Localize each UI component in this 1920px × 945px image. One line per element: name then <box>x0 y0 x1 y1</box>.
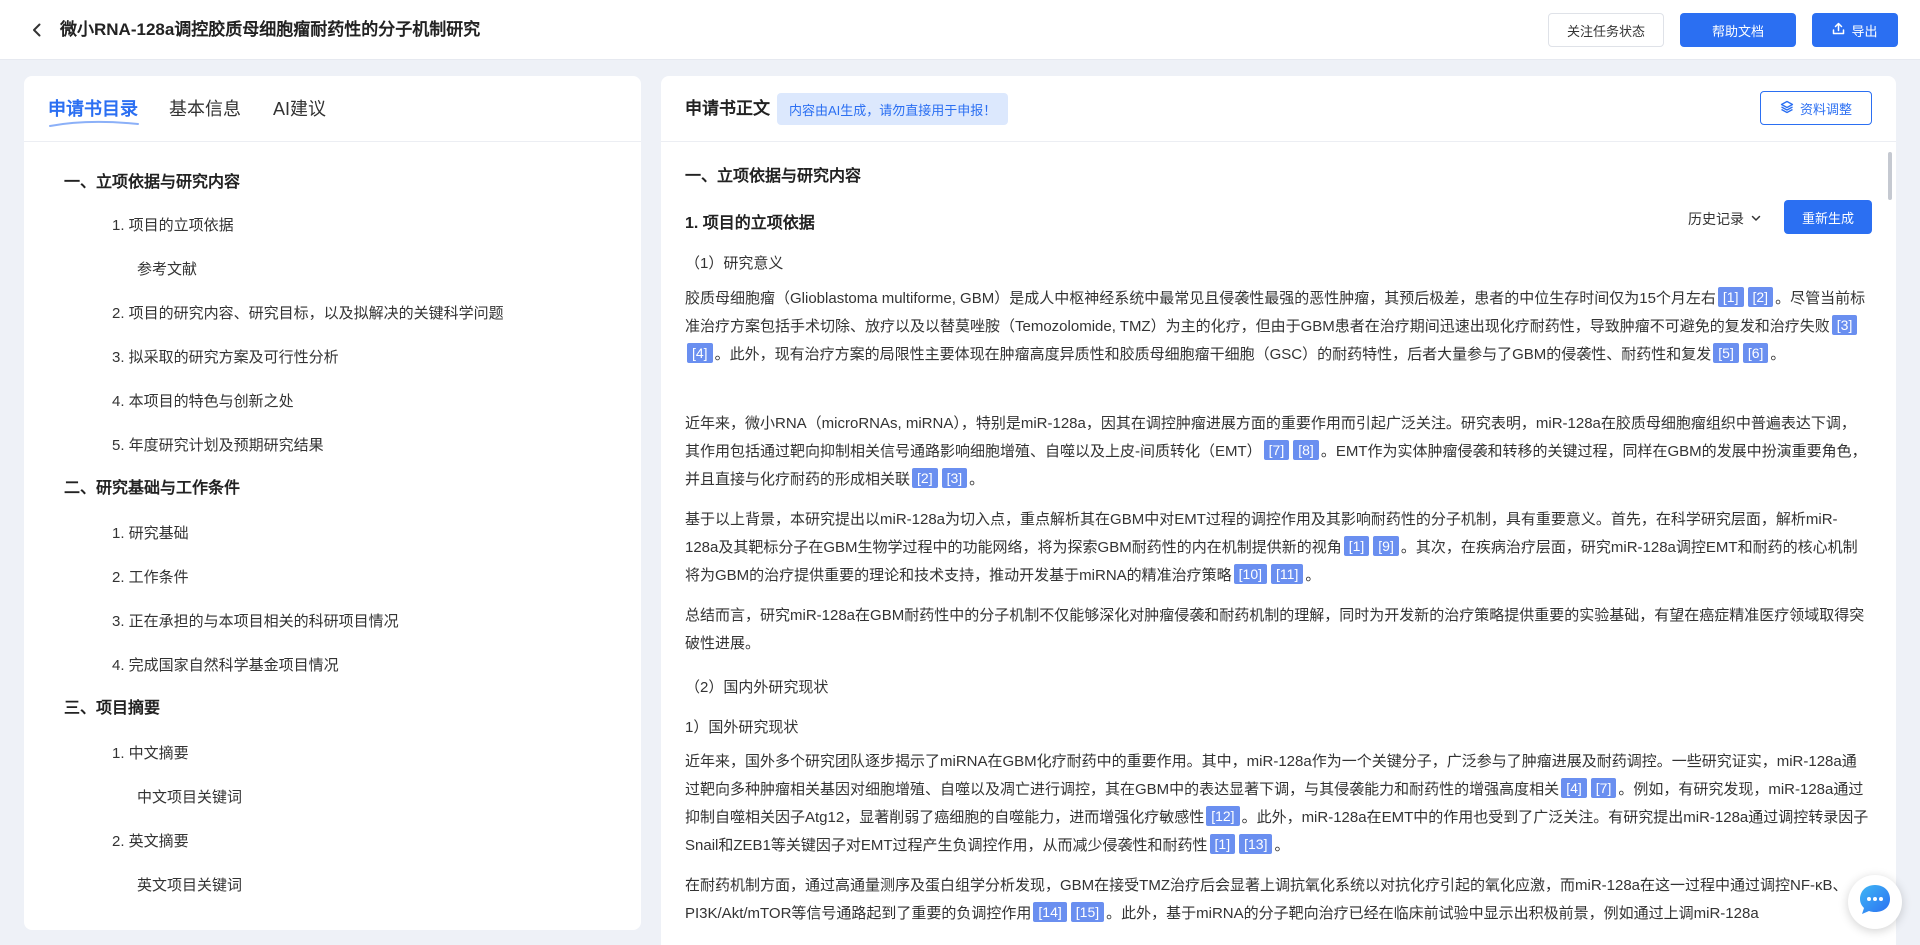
document-scrollbar[interactable] <box>1887 142 1892 945</box>
section-heading: 一、立项依据与研究内容 <box>685 168 862 185</box>
paragraph-5: 近年来，国外多个研究团队逐步揭示了miRNA在GBM化疗耐药中的重要作用。其中，… <box>685 748 1869 860</box>
heading-foreign-status: 1）国外研究现状 <box>685 719 799 736</box>
citation-badge[interactable]: [15] <box>1070 902 1105 922</box>
document-scrollbar-thumb[interactable] <box>1888 152 1892 200</box>
toc-item-chinese-abstract[interactable]: 1. 中文摘要 <box>112 744 189 764</box>
follow-task-status-button[interactable]: 关注任务状态 <box>1548 13 1664 47</box>
toc-section-1[interactable]: 一、立项依据与研究内容 <box>64 173 240 193</box>
history-label: 历史记录 <box>1688 211 1744 227</box>
paragraph-text: 。此外，现有治疗方案的局限性主要体现在肿瘤高度异质性和胶质母细胞瘤干细胞（GSC… <box>714 346 1712 363</box>
top-bar: 微小RNA-128a调控胶质母细胞瘤耐药性的分子机制研究 关注任务状态 帮助文档… <box>0 0 1920 60</box>
paragraph-text: 。 <box>1770 346 1786 363</box>
paragraph-text: 胶质母细胞瘤（Glioblastoma multiforme, GBM）是成人中… <box>685 290 1716 307</box>
citation-badge[interactable]: [8] <box>1293 440 1319 460</box>
material-adjust-label: 资料调整 <box>1799 101 1852 117</box>
citation-badge[interactable]: [3] <box>1831 315 1858 335</box>
chevron-down-icon <box>1750 211 1762 227</box>
paragraph-4: 总结而言，研究miR-128a在GBM耐药性中的分子机制不仅能够深化对肿瘤侵袭和… <box>685 607 1865 652</box>
regenerate-button[interactable]: 重新生成 <box>1784 200 1872 234</box>
toc-section-2[interactable]: 二、研究基础与工作条件 <box>64 479 240 499</box>
layers-icon <box>1780 100 1794 117</box>
history-dropdown[interactable]: 历史记录 <box>1688 209 1762 229</box>
toc-item-completed-projects[interactable]: 4. 完成国家自然科学基金项目情况 <box>112 656 339 676</box>
toc-item-research-content[interactable]: 2. 项目的研究内容、研究目标，以及拟解决的关键科学问题 <box>112 304 504 324</box>
toc-item-research-plan[interactable]: 3. 拟采取的研究方案及可行性分析 <box>112 348 339 368</box>
help-docs-button[interactable]: 帮助文档 <box>1680 13 1796 47</box>
subsection-heading: 1. 项目的立项依据 <box>685 215 815 232</box>
heading-research-status: （2）国内外研究现状 <box>685 679 829 696</box>
chat-bubble-icon <box>1855 880 1895 925</box>
citation-badge[interactable]: [7] <box>1263 440 1290 460</box>
citation-badge[interactable]: [5] <box>1713 343 1739 363</box>
toc-item-work-conditions[interactable]: 2. 工作条件 <box>112 568 189 588</box>
tab-ai-suggestions[interactable]: AI建议 <box>273 96 326 122</box>
export-button[interactable]: 导出 <box>1812 13 1898 47</box>
citation-badge[interactable]: [3] <box>941 468 968 488</box>
paragraph-1: 胶质母细胞瘤（Glioblastoma multiforme, GBM）是成人中… <box>685 285 1869 369</box>
tab-outline[interactable]: 申请书目录 <box>48 96 139 127</box>
citation-badge[interactable]: [10] <box>1233 564 1268 584</box>
toc-section-3[interactable]: 三、项目摘要 <box>64 699 160 719</box>
chat-assistant-button[interactable] <box>1848 875 1902 929</box>
tab-basic-info[interactable]: 基本信息 <box>169 96 241 122</box>
citation-badge[interactable]: [14] <box>1033 902 1067 922</box>
toc-item-chinese-keywords[interactable]: 中文项目关键词 <box>137 788 242 808</box>
citation-badge[interactable]: [1] <box>1343 536 1370 556</box>
citation-badge[interactable]: [11] <box>1271 564 1304 584</box>
citation-badge[interactable]: [1] <box>1209 834 1236 854</box>
document-title: 申请书正文 <box>685 99 770 118</box>
upload-icon <box>1832 22 1845 38</box>
paragraph-text: 。 <box>1305 567 1321 584</box>
toc-item-english-keywords[interactable]: 英文项目关键词 <box>137 876 242 896</box>
paragraph-6: 在耐药机制方面，通过高通量测序及蛋白组学分析发现，GBM在接受TMZ治疗后会显著… <box>685 872 1869 928</box>
paragraph-text: 。 <box>1274 837 1290 854</box>
back-icon[interactable] <box>26 19 48 41</box>
toc-item-innovation[interactable]: 4. 本项目的特色与创新之处 <box>112 392 294 412</box>
tab-outline-label: 申请书目录 <box>48 99 138 119</box>
document-header: 申请书正文 内容由AI生成，请勿直接用于申报！ 资料调整 <box>661 76 1896 142</box>
citation-badge[interactable]: [4] <box>687 343 713 363</box>
document-panel: 申请书正文 内容由AI生成，请勿直接用于申报！ 资料调整 一、立项依据与研究内容… <box>661 76 1896 945</box>
citation-badge[interactable]: [7] <box>1590 778 1617 798</box>
export-label: 导出 <box>1851 23 1878 39</box>
citation-badge[interactable]: [6] <box>1742 343 1769 363</box>
toc-item-references[interactable]: 参考文献 <box>137 260 197 280</box>
toc-item-english-abstract[interactable]: 2. 英文摘要 <box>112 832 189 852</box>
outline-panel: 申请书目录 基本信息 AI建议 一、立项依据与研究内容 1. 项目的立项依据 参… <box>24 76 641 930</box>
heading-research-significance: （1）研究意义 <box>685 255 784 272</box>
citation-badge[interactable]: [2] <box>1747 287 1774 307</box>
tab-active-underline <box>49 120 139 127</box>
toc-item-research-foundation[interactable]: 1. 研究基础 <box>112 524 189 544</box>
material-adjust-button[interactable]: 资料调整 <box>1760 91 1872 125</box>
citation-badge[interactable]: [1] <box>1717 287 1744 307</box>
toc-item-annual-plan[interactable]: 5. 年度研究计划及预期研究结果 <box>112 436 324 456</box>
toc-item-ongoing-projects[interactable]: 3. 正在承担的与本项目相关的科研项目情况 <box>112 612 399 632</box>
paragraph-text: 。此外，基于miRNA的分子靶向治疗已经在临床前试验中显示出积极前景，例如通过上… <box>1106 905 1759 922</box>
toc-item-rationale[interactable]: 1. 项目的立项依据 <box>112 216 234 236</box>
citation-badge[interactable]: [2] <box>912 468 938 488</box>
citation-badge[interactable]: [12] <box>1206 806 1240 826</box>
outline-tabs: 申请书目录 基本信息 AI建议 <box>24 76 641 142</box>
citation-badge[interactable]: [9] <box>1373 536 1399 556</box>
citation-badge[interactable]: [4] <box>1561 778 1587 798</box>
page-title: 微小RNA-128a调控胶质母细胞瘤耐药性的分子机制研究 <box>60 20 481 39</box>
paragraph-2: 近年来，微小RNA（microRNAs, miRNA），特别是miR-128a，… <box>685 410 1869 494</box>
citation-badge[interactable]: [13] <box>1239 834 1273 854</box>
paragraph-text: 。 <box>969 471 985 488</box>
paragraph-3: 基于以上背景，本研究提出以miR-128a为切入点，重点解析其在GBM中对EMT… <box>685 506 1869 590</box>
ai-generated-notice: 内容由AI生成，请勿直接用于申报！ <box>777 93 1009 125</box>
